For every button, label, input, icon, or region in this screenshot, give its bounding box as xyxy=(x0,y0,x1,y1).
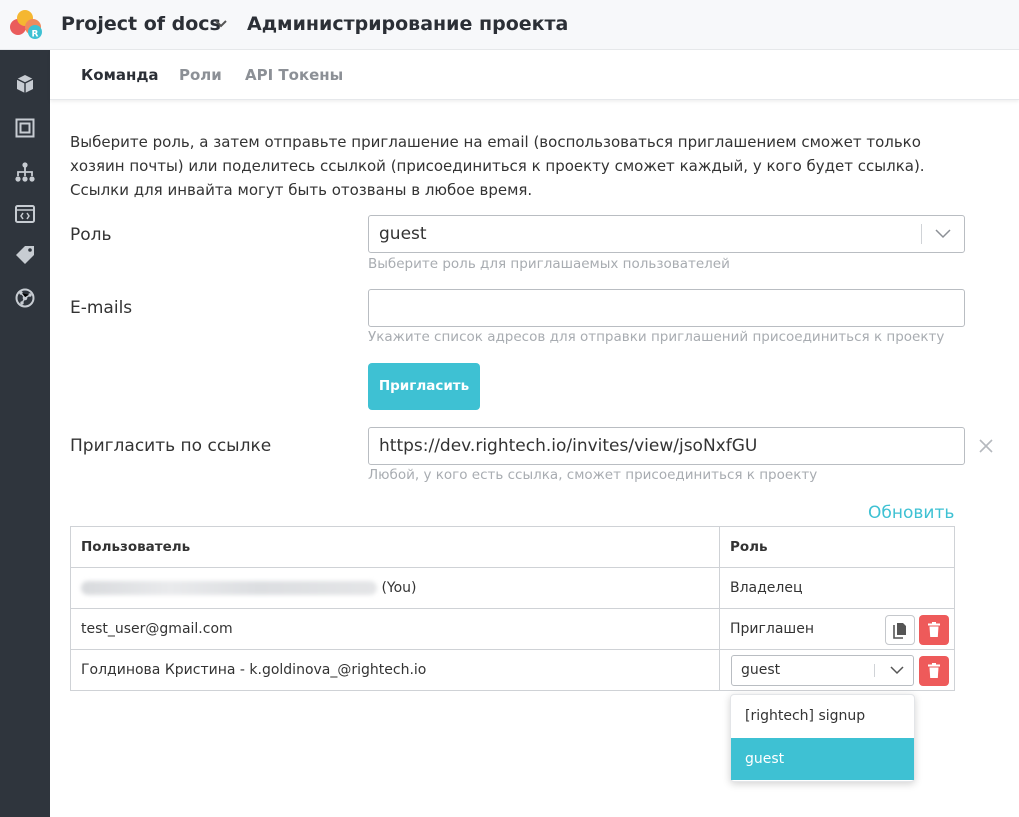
invite-link-field[interactable]: https://dev.rightech.io/invites/view/jso… xyxy=(368,427,965,465)
table-row: (You) Владелец xyxy=(70,567,955,609)
tag-icon[interactable] xyxy=(13,243,37,267)
you-marker: (You) xyxy=(381,580,417,596)
trash-icon xyxy=(928,622,940,637)
chevron-down-icon[interactable] xyxy=(212,15,230,33)
select-divider xyxy=(921,224,922,244)
role-cell: Приглашен xyxy=(719,608,955,650)
invite-link-label: Пригласить по ссылке xyxy=(70,436,272,456)
copy-icon xyxy=(893,623,906,639)
table-header-row: Пользователь Роль xyxy=(70,526,955,568)
dropdown-option[interactable]: [rightech] signup xyxy=(731,695,914,737)
close-icon[interactable] xyxy=(977,437,995,455)
row-role-select[interactable]: guest xyxy=(731,655,914,686)
user-cell: (You) xyxy=(70,567,720,609)
cube-icon[interactable] xyxy=(13,72,37,96)
role-text: Приглашен xyxy=(730,621,814,637)
delete-button[interactable] xyxy=(919,656,949,686)
tab-team[interactable]: Команда xyxy=(81,66,159,84)
tab-bar: Команда Роли API Токены xyxy=(50,50,1019,100)
top-bar: R Project of docs Администрирование прое… xyxy=(0,0,1019,50)
users-table: Пользователь Роль (You) Владелец test_us… xyxy=(70,526,955,691)
emails-label: E-mails xyxy=(70,298,133,318)
refresh-link[interactable]: Обновить xyxy=(868,503,954,523)
role-label: Роль xyxy=(70,225,112,245)
intro-line: Ссылки для инвайта могут быть отозваны в… xyxy=(70,181,533,199)
role-cell: Владелец xyxy=(719,567,955,609)
copy-link-button[interactable] xyxy=(885,615,915,645)
column-header-role: Роль xyxy=(719,526,955,568)
chevron-down-icon[interactable] xyxy=(889,663,905,678)
delete-button[interactable] xyxy=(919,615,949,645)
column-header-user: Пользователь xyxy=(70,526,720,568)
user-cell: test_user@gmail.com xyxy=(70,608,720,650)
table-row: test_user@gmail.com Приглашен xyxy=(70,608,955,650)
tab-api-tokens[interactable]: API Токены xyxy=(245,66,343,84)
invite-link-hint: Любой, у кого есть ссылка, сможет присое… xyxy=(368,467,818,483)
svg-text:R: R xyxy=(32,30,39,40)
emails-input[interactable] xyxy=(368,289,965,327)
role-select-value: guest xyxy=(379,224,427,244)
sidebar xyxy=(0,50,50,817)
hierarchy-icon[interactable] xyxy=(13,160,37,184)
role-select[interactable]: guest xyxy=(368,215,965,253)
intro-text: Выберите роль, а затем отправьте приглаш… xyxy=(70,130,970,202)
role-cell: guest xyxy=(719,649,955,691)
page-title: Администрирование проекта xyxy=(247,13,569,35)
row-role-value: guest xyxy=(741,662,781,678)
tab-roles[interactable]: Роли xyxy=(179,66,222,84)
emails-hint: Укажите список адресов для отправки приг… xyxy=(368,329,945,345)
select-divider xyxy=(874,664,875,677)
dropdown-option-selected[interactable]: guest xyxy=(731,738,914,780)
intro-line: Выберите роль, а затем отправьте приглаш… xyxy=(70,133,921,151)
invite-button[interactable]: Пригласить xyxy=(368,363,480,410)
role-dropdown-menu: [rightech] signup guest xyxy=(730,694,915,782)
code-icon[interactable] xyxy=(13,202,37,226)
network-icon[interactable] xyxy=(13,286,37,310)
table-row: Голдинова Кристина - k.goldinova_@righte… xyxy=(70,649,955,691)
redacted-email xyxy=(81,581,377,595)
app-logo-icon[interactable]: R xyxy=(6,8,46,42)
role-hint: Выберите роль для приглашаемых пользоват… xyxy=(368,256,730,272)
project-name[interactable]: Project of docs xyxy=(61,13,221,35)
intro-line: хозяин почты) или поделитесь ссылкой (пр… xyxy=(70,157,925,175)
frame-icon[interactable] xyxy=(13,116,37,140)
trash-icon xyxy=(928,663,940,678)
chevron-down-icon[interactable] xyxy=(934,226,952,242)
user-cell: Голдинова Кристина - k.goldinova_@righte… xyxy=(70,649,720,691)
